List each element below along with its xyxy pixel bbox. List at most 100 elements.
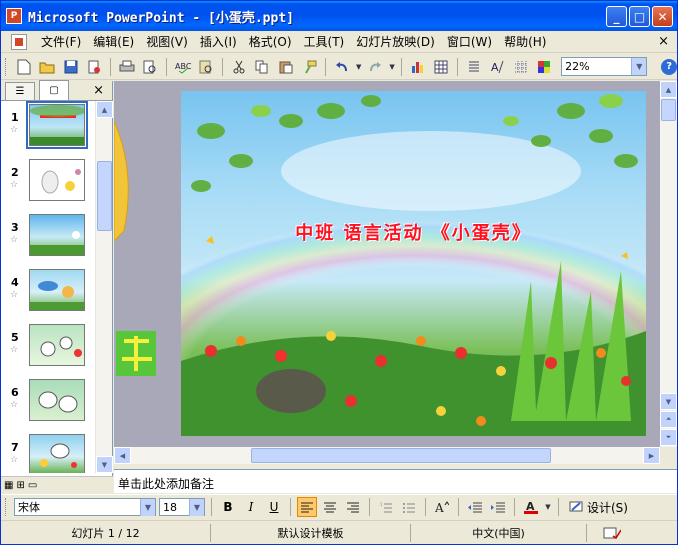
research-icon[interactable] xyxy=(196,56,218,78)
next-slide-icon[interactable]: ⏷ xyxy=(660,429,677,446)
increase-indent-icon[interactable] xyxy=(488,497,508,517)
new-icon[interactable] xyxy=(13,56,35,78)
zoom-select[interactable]: 22% ▼ xyxy=(561,57,648,76)
slide-thumbnail-row[interactable]: 3 ☆ xyxy=(1,211,95,266)
print-preview-icon[interactable] xyxy=(140,56,162,78)
italic-button[interactable]: I xyxy=(241,497,261,517)
slide-editing-area[interactable]: 中班 语言活动 《小蛋壳》 xyxy=(114,81,660,447)
powerpoint-app-icon[interactable]: P xyxy=(6,8,22,24)
copy-icon[interactable] xyxy=(252,56,274,78)
open-icon[interactable] xyxy=(36,56,58,78)
zoom-dropdown-icon[interactable]: ▼ xyxy=(631,58,647,75)
menu-tools[interactable]: 工具(T) xyxy=(298,32,351,52)
menu-edit[interactable]: 编辑(E) xyxy=(87,32,140,52)
underline-button[interactable]: U xyxy=(264,497,284,517)
notes-pane[interactable]: 单击此处添加备注 xyxy=(114,469,677,493)
expand-all-icon[interactable] xyxy=(463,56,485,78)
scroll-right-icon[interactable]: ▶ xyxy=(643,447,660,464)
show-grid-icon[interactable] xyxy=(510,56,532,78)
toolbar-grip[interactable] xyxy=(5,57,8,76)
scroll-down-icon[interactable]: ▼ xyxy=(660,393,677,410)
insert-table-icon[interactable] xyxy=(431,56,453,78)
slide-canvas[interactable]: 中班 语言活动 《小蛋壳》 xyxy=(181,91,646,436)
tab-slides[interactable]: ▢ xyxy=(39,80,69,100)
scroll-thumb[interactable] xyxy=(251,448,551,463)
document-icon[interactable] xyxy=(11,33,27,50)
paste-icon[interactable] xyxy=(275,56,297,78)
scroll-down-icon[interactable]: ▼ xyxy=(96,456,113,473)
normal-view-icon[interactable]: ▦ xyxy=(4,480,13,491)
menu-help[interactable]: 帮助(H) xyxy=(498,32,552,52)
pane-close-icon[interactable]: × xyxy=(93,83,104,98)
align-center-icon[interactable] xyxy=(320,497,340,517)
font-color-dropdown-icon[interactable]: ▼ xyxy=(544,496,552,518)
scroll-up-icon[interactable]: ▲ xyxy=(660,81,677,98)
font-size-dropdown-icon[interactable]: ▼ xyxy=(189,498,204,516)
slide-thumbnail-row[interactable]: 1 ☆ xyxy=(1,101,95,156)
slide-thumbnail-row[interactable]: 2 ☆ xyxy=(1,156,95,211)
print-icon[interactable] xyxy=(116,56,138,78)
bullets-icon[interactable] xyxy=(399,497,419,517)
bold-button[interactable]: B xyxy=(218,497,238,517)
align-left-icon[interactable] xyxy=(297,497,317,517)
cut-icon[interactable] xyxy=(228,56,250,78)
toolbar-grip[interactable] xyxy=(5,498,8,516)
slide-thumbnail[interactable] xyxy=(29,434,85,473)
menu-slideshow[interactable]: 幻灯片放映(D) xyxy=(350,32,441,52)
spelling-status-icon[interactable] xyxy=(587,524,637,542)
help-icon[interactable]: ? xyxy=(661,58,677,75)
slide-vertical-scrollbar[interactable]: ▲ ▼ ⏶ ⏷ xyxy=(660,81,677,447)
font-select[interactable]: 宋体 ▼ xyxy=(14,498,156,516)
slide-thumbnail-row[interactable]: 4 ☆ xyxy=(1,266,95,321)
menu-window[interactable]: 窗口(W) xyxy=(441,32,498,52)
slide-thumbnail[interactable] xyxy=(29,379,85,421)
document-close-icon[interactable]: × xyxy=(658,34,669,49)
slide-sorter-view-icon[interactable]: ⊞ xyxy=(16,480,24,491)
increase-font-size-icon[interactable]: A xyxy=(432,497,452,517)
maximize-button[interactable]: □ xyxy=(629,6,650,27)
save-icon[interactable] xyxy=(60,56,82,78)
slide-horizontal-scrollbar[interactable]: ◀ ▶ xyxy=(114,447,660,464)
slide-thumbnail[interactable] xyxy=(29,269,85,311)
align-right-icon[interactable] xyxy=(343,497,363,517)
undo-icon[interactable] xyxy=(331,56,353,78)
slide-thumbnail-row[interactable]: 5 ☆ xyxy=(1,321,95,376)
slide-thumbnail-row[interactable]: 6 ☆ xyxy=(1,376,95,431)
previous-slide-icon[interactable]: ⏶ xyxy=(660,411,677,428)
menu-file[interactable]: 文件(F) xyxy=(35,32,87,52)
status-design-template[interactable]: 默认设计模板 xyxy=(211,523,411,542)
scroll-thumb[interactable] xyxy=(97,161,112,231)
slideshow-view-icon[interactable]: ▭ xyxy=(28,480,37,491)
color-grayscale-icon[interactable] xyxy=(534,56,556,78)
font-size-select[interactable]: 18 ▼ xyxy=(159,498,205,516)
slide-thumbnail[interactable] xyxy=(29,324,85,366)
scroll-left-icon[interactable]: ◀ xyxy=(114,447,131,464)
menu-insert[interactable]: 插入(I) xyxy=(194,32,243,52)
menu-view[interactable]: 视图(V) xyxy=(140,32,194,52)
tab-outline[interactable]: ☰ xyxy=(5,82,35,100)
font-color-button[interactable]: A xyxy=(521,497,541,517)
decrease-indent-icon[interactable] xyxy=(465,497,485,517)
slide-thumbnail[interactable] xyxy=(26,101,88,149)
slide-thumbnail[interactable] xyxy=(29,159,85,201)
show-formatting-icon[interactable]: A xyxy=(487,56,509,78)
menu-format[interactable]: 格式(O) xyxy=(243,32,298,52)
design-button[interactable]: 设计(S) xyxy=(565,499,632,516)
minimize-button[interactable]: _ xyxy=(606,6,627,27)
slide-thumbnail[interactable] xyxy=(29,214,85,256)
redo-icon[interactable] xyxy=(365,56,387,78)
slides-pane-scrollbar[interactable]: ▲ ▼ xyxy=(95,101,113,473)
numbering-icon[interactable]: 1 xyxy=(376,497,396,517)
permission-icon[interactable] xyxy=(84,56,106,78)
title-bar[interactable]: P Microsoft PowerPoint - [小蛋壳.ppt] _ □ ✕ xyxy=(1,1,677,31)
undo-dropdown-icon[interactable]: ▼ xyxy=(355,56,363,78)
scroll-up-icon[interactable]: ▲ xyxy=(96,101,113,118)
close-button[interactable]: ✕ xyxy=(652,6,673,27)
format-painter-icon[interactable] xyxy=(299,56,321,78)
insert-chart-icon[interactable] xyxy=(407,56,429,78)
scroll-thumb[interactable] xyxy=(661,99,676,121)
font-dropdown-icon[interactable]: ▼ xyxy=(140,498,155,516)
spelling-icon[interactable]: ABC xyxy=(172,56,194,78)
slide-title[interactable]: 中班 语言活动 《小蛋壳》 xyxy=(181,219,646,245)
redo-dropdown-icon[interactable]: ▼ xyxy=(388,56,396,78)
